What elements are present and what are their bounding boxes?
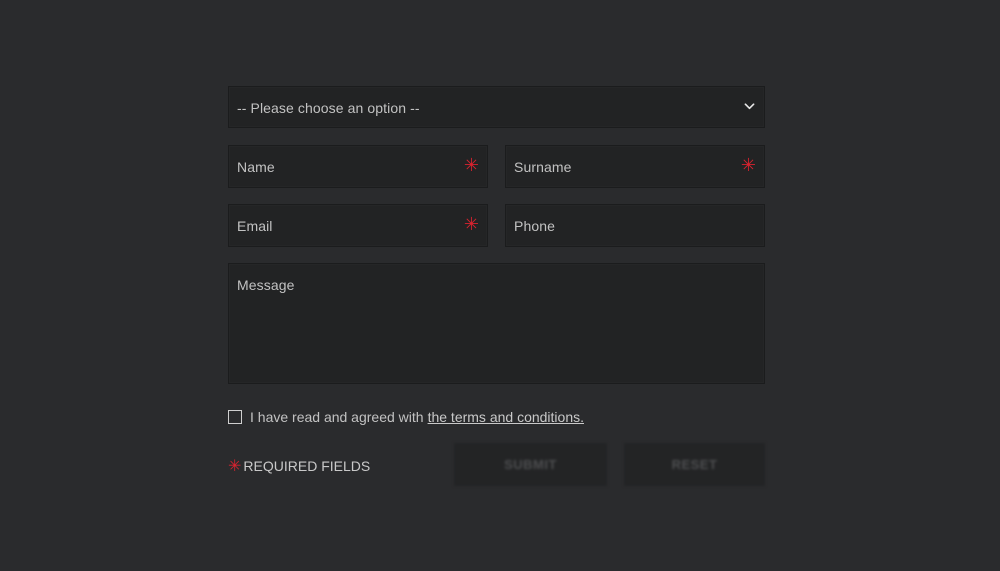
message-placeholder: Message: [237, 277, 295, 293]
terms-label: I have read and agreed with: [250, 408, 424, 425]
phone-placeholder: Phone: [514, 218, 555, 234]
email-placeholder: Email: [237, 218, 273, 234]
option-select[interactable]: -- Please choose an option --: [228, 86, 765, 128]
required-asterisk-icon: ✳: [228, 458, 242, 475]
message-textarea[interactable]: Message: [228, 263, 765, 384]
required-asterisk-icon: ✳: [740, 155, 756, 175]
phone-field[interactable]: Phone: [505, 204, 765, 247]
required-fields-note: ✳ REQUIRED FIELDS: [228, 456, 370, 476]
required-fields-label: REQUIRED FIELDS: [243, 458, 371, 474]
surname-field[interactable]: Surname ✳: [505, 145, 765, 188]
chevron-down-icon[interactable]: [744, 101, 755, 112]
name-placeholder: Name: [237, 159, 275, 175]
option-select-placeholder: -- Please choose an option --: [237, 100, 420, 116]
terms-link[interactable]: the terms and conditions.: [428, 409, 584, 425]
email-field[interactable]: Email ✳: [228, 204, 488, 247]
surname-placeholder: Surname: [514, 159, 572, 175]
name-field[interactable]: Name ✳: [228, 145, 488, 188]
required-asterisk-icon: ✳: [463, 155, 479, 175]
reset-button[interactable]: RESET: [624, 443, 765, 486]
submit-button[interactable]: SUBMIT: [454, 443, 607, 486]
terms-checkbox[interactable]: [228, 409, 242, 424]
required-asterisk-icon: ✳: [463, 214, 479, 234]
terms-agreement: I have read and agreed with the terms an…: [228, 408, 584, 425]
